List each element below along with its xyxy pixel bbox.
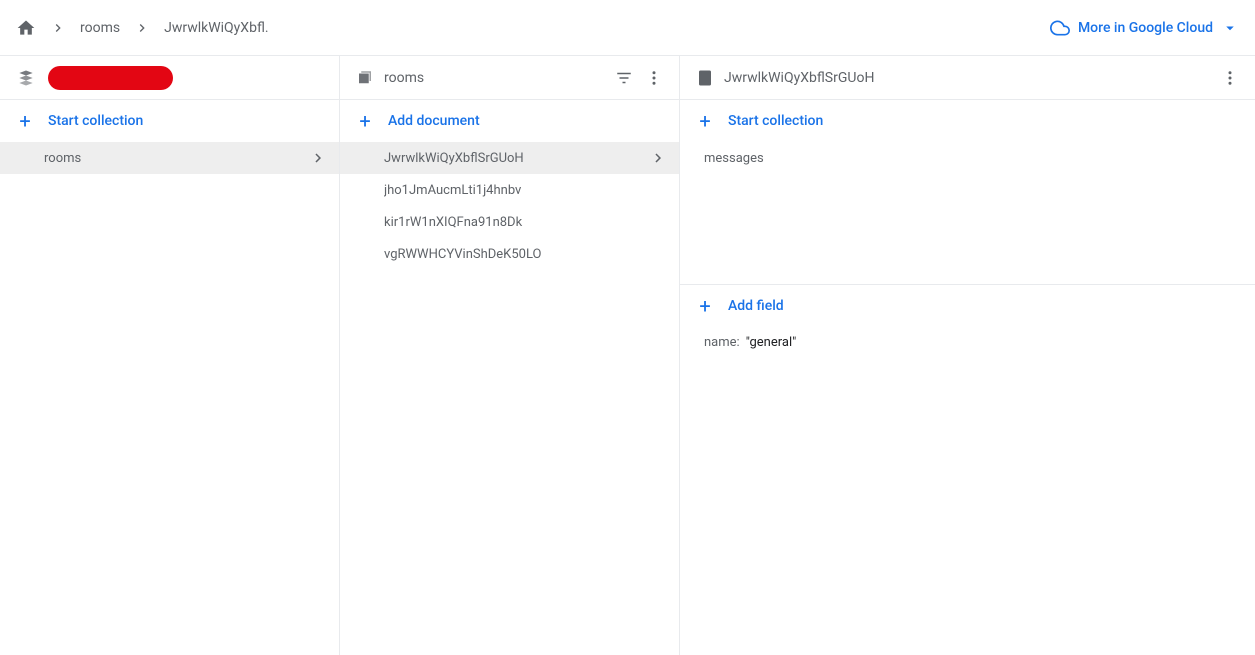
plus-icon: +: [696, 111, 714, 131]
field-key: name:: [704, 335, 740, 350]
document-item[interactable]: vgRWWHCYVinShDeK50LO: [340, 238, 679, 270]
start-subcollection-button[interactable]: + Start collection: [680, 101, 1255, 141]
collection-item-rooms[interactable]: rooms: [0, 142, 339, 174]
document-id: jho1JmAucmLti1j4hnbv: [384, 183, 667, 198]
project-id-redacted: [48, 66, 173, 90]
chevron-right-icon: [132, 20, 152, 36]
breadcrumb-item-doc[interactable]: JwrwlkWiQyXbfl.: [164, 20, 269, 36]
document-icon: [696, 69, 714, 87]
more-in-cloud-link[interactable]: More in Google Cloud: [1050, 18, 1239, 38]
more-vert-icon[interactable]: [1221, 69, 1239, 87]
chevron-right-icon: [309, 149, 327, 167]
field-value: "general": [746, 335, 797, 350]
database-icon: [16, 70, 36, 86]
documents-column: rooms + Add document JwrwlkWiQyXbflSrGUo…: [340, 56, 680, 655]
chevron-right-icon: [48, 20, 68, 36]
start-collection-button[interactable]: + Start collection: [0, 101, 339, 141]
breadcrumb-item-rooms[interactable]: rooms: [80, 20, 120, 36]
chevron-right-icon: [649, 149, 667, 167]
collection-icon: [356, 69, 374, 87]
plus-icon: +: [16, 111, 34, 131]
plus-icon: +: [696, 296, 714, 316]
root-column: + Start collection rooms: [0, 56, 340, 655]
document-title: JwrwlkWiQyXbflSrGUoH: [724, 70, 1211, 86]
document-field-row[interactable]: name: "general": [680, 327, 1255, 358]
add-document-label: Add document: [388, 113, 480, 129]
document-id: vgRWWHCYVinShDeK50LO: [384, 247, 667, 262]
filter-icon[interactable]: [615, 69, 633, 87]
document-item[interactable]: jho1JmAucmLti1j4hnbv: [340, 174, 679, 206]
start-subcollection-label: Start collection: [728, 113, 823, 129]
more-vert-icon[interactable]: [645, 69, 663, 87]
document-id: kir1rW1nXIQFna91n8Dk: [384, 215, 667, 230]
subcollection-item[interactable]: messages: [680, 142, 1255, 174]
document-id: JwrwlkWiQyXbflSrGUoH: [384, 151, 649, 166]
breadcrumb-bar: rooms JwrwlkWiQyXbfl. More in Google Clo…: [0, 0, 1255, 56]
home-icon[interactable]: [16, 18, 36, 38]
collection-title: rooms: [384, 70, 605, 86]
collection-label: rooms: [44, 151, 309, 166]
cloud-link-label: More in Google Cloud: [1078, 20, 1213, 36]
add-document-button[interactable]: + Add document: [340, 101, 679, 141]
cloud-icon: [1050, 18, 1070, 38]
document-item[interactable]: JwrwlkWiQyXbflSrGUoH: [340, 142, 679, 174]
add-field-button[interactable]: + Add field: [680, 286, 1255, 326]
subcollection-label: messages: [704, 151, 764, 166]
start-collection-label: Start collection: [48, 113, 143, 129]
document-detail-column: JwrwlkWiQyXbflSrGUoH + Start collection …: [680, 56, 1255, 655]
chevron-down-icon: [1221, 19, 1239, 37]
add-field-label: Add field: [728, 298, 784, 314]
plus-icon: +: [356, 111, 374, 131]
document-item[interactable]: kir1rW1nXIQFna91n8Dk: [340, 206, 679, 238]
